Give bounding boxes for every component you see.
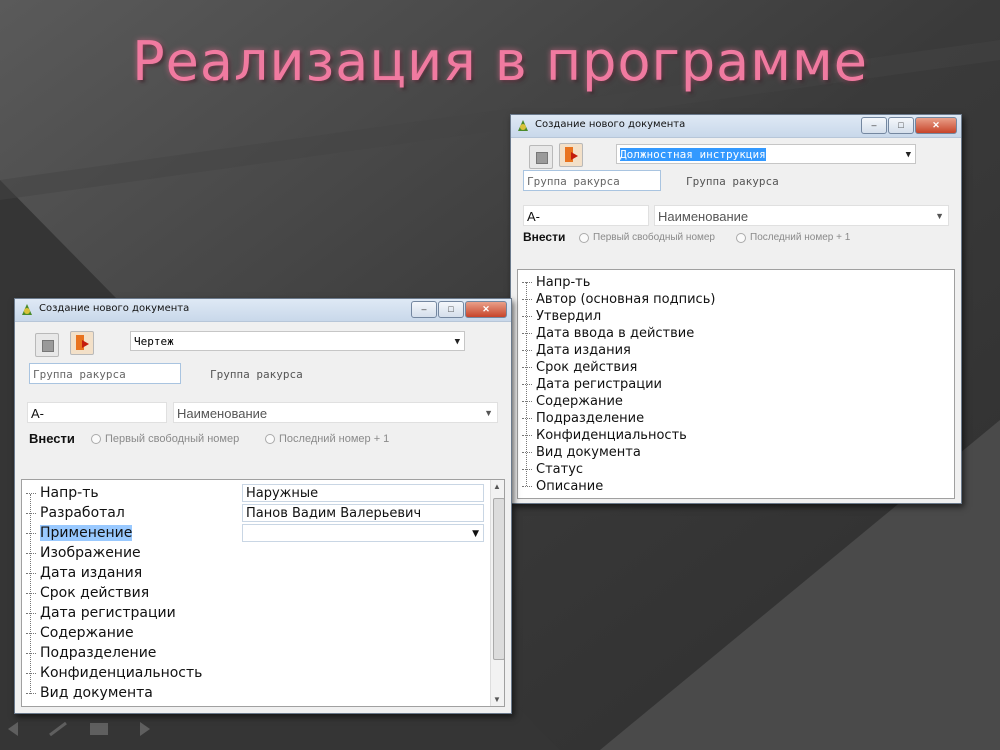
menu-icon[interactable]	[88, 722, 110, 736]
pen-icon[interactable]	[48, 722, 70, 736]
tree-item[interactable]: Подразделение	[26, 645, 156, 661]
tree-item[interactable]: Утвердил	[522, 309, 601, 324]
dialog-window-back: Создание нового документа ‒ □ ✕ Должност…	[510, 114, 962, 504]
group-label: Группа ракурса	[210, 368, 303, 381]
tree-item[interactable]: Напр-ть	[26, 485, 99, 501]
tree-item[interactable]: Дата издания	[522, 343, 631, 358]
title-bar: Создание нового документа ‒ □ ✕	[511, 115, 961, 138]
group-field[interactable]: Группа ракурса	[29, 363, 181, 384]
radio-last-plus-one[interactable]: Последний номер + 1	[265, 433, 389, 445]
radio-icon	[91, 434, 101, 444]
app-icon	[518, 120, 528, 131]
developer-value-field[interactable]: Панов Вадим Валерьевич	[242, 504, 484, 522]
radio-label: Последний номер + 1	[279, 433, 390, 445]
tree-item[interactable]: Дата регистрации	[522, 377, 662, 392]
name-select[interactable]: Наименование ▼	[654, 205, 949, 226]
vnesti-label: Внести	[29, 431, 75, 446]
doc-type-value: Чертеж	[134, 335, 174, 348]
title-bar: Создание нового документа ‒ □ ✕	[15, 299, 511, 322]
tree-item[interactable]: Статус	[522, 462, 583, 477]
tree-item[interactable]: Разработал	[26, 505, 125, 521]
tree-item[interactable]: Срок действия	[522, 360, 637, 375]
tree-item[interactable]: Дата регистрации	[26, 605, 176, 621]
attributes-tree[interactable]: Напр-ть Разработал Применение Изображени…	[21, 479, 505, 707]
tree-item[interactable]: Подразделение	[522, 411, 644, 426]
chevron-down-icon: ▼	[935, 211, 944, 221]
window-title: Создание нового документа	[39, 303, 190, 314]
tree-item[interactable]: Изображение	[26, 545, 141, 561]
name-select[interactable]: Наименование ▼	[173, 402, 498, 423]
radio-icon	[736, 232, 746, 243]
forward-arrow-icon[interactable]	[128, 722, 150, 736]
vertical-scrollbar[interactable]: ▲ ▼	[490, 480, 504, 706]
tree-item[interactable]: Напр-ть	[522, 275, 590, 290]
radio-label: Первый свободный номер	[593, 232, 715, 243]
radio-label: Первый свободный номер	[105, 433, 240, 445]
maximize-button[interactable]: □	[438, 301, 464, 318]
napr-value-field[interactable]: Наружные	[242, 484, 484, 502]
tree-item[interactable]: Описание	[522, 479, 603, 494]
back-arrow-icon[interactable]	[8, 722, 30, 736]
dialog-window-front: Создание нового документа ‒ □ ✕ Чертеж ▼…	[14, 298, 512, 714]
radio-icon	[265, 434, 275, 444]
radio-last-plus-one[interactable]: Последний номер + 1	[736, 232, 850, 243]
tree-item[interactable]: Дата ввода в действие	[522, 326, 694, 341]
exit-icon[interactable]	[559, 143, 583, 167]
tree-item[interactable]: Автор (основная подпись)	[522, 292, 715, 307]
chevron-down-icon: ▼	[472, 529, 479, 539]
group-label: Группа ракурса	[686, 175, 779, 188]
window-title: Создание нового документа	[535, 119, 686, 130]
tree-item[interactable]: Дата издания	[26, 565, 142, 581]
code-field[interactable]: А-	[27, 402, 167, 423]
scroll-thumb[interactable]	[493, 498, 504, 660]
tree-item[interactable]: Вид документа	[26, 685, 153, 701]
close-button[interactable]: ✕	[465, 301, 507, 318]
primenenie-select[interactable]: ▼	[242, 524, 484, 542]
doc-type-value: Должностная инструкция	[620, 148, 766, 161]
minimize-button[interactable]: ‒	[861, 117, 887, 134]
scroll-up-icon[interactable]: ▲	[493, 482, 501, 491]
save-icon[interactable]	[529, 145, 553, 169]
name-placeholder: Наименование	[177, 406, 268, 421]
name-placeholder: Наименование	[658, 209, 749, 224]
vnesti-label: Внести	[523, 230, 566, 244]
save-icon[interactable]	[35, 333, 59, 357]
tree-item[interactable]: Срок действия	[26, 585, 149, 601]
radio-first-free[interactable]: Первый свободный номер	[579, 232, 715, 243]
radio-icon	[579, 232, 589, 243]
chevron-down-icon: ▼	[484, 408, 493, 418]
tree-item[interactable]: Конфиденциальность	[26, 665, 202, 681]
radio-first-free[interactable]: Первый свободный номер	[91, 433, 239, 445]
maximize-button[interactable]: □	[888, 117, 914, 134]
tree-item[interactable]: Содержание	[522, 394, 623, 409]
radio-label: Последний номер + 1	[750, 232, 851, 243]
code-field[interactable]: А-	[523, 205, 649, 226]
doc-type-select[interactable]: Должностная инструкция ▼	[616, 144, 916, 164]
doc-type-select[interactable]: Чертеж ▼	[130, 331, 465, 351]
exit-icon[interactable]	[70, 331, 94, 355]
close-button[interactable]: ✕	[915, 117, 957, 134]
scroll-down-icon[interactable]: ▼	[493, 695, 501, 704]
slide-title: Реализация в программе	[132, 30, 868, 93]
attributes-tree[interactable]: Напр-ть Автор (основная подпись) Утверди…	[517, 269, 955, 499]
tree-item-selected[interactable]: Применение	[26, 525, 133, 541]
tree-item[interactable]: Вид документа	[522, 445, 641, 460]
chevron-down-icon: ▼	[454, 337, 460, 347]
tree-item[interactable]: Конфиденциальность	[522, 428, 687, 443]
group-field[interactable]: Группа ракурса	[523, 170, 661, 191]
minimize-button[interactable]: ‒	[411, 301, 437, 318]
chevron-down-icon: ▼	[905, 150, 911, 160]
app-icon	[22, 304, 32, 315]
tree-item[interactable]: Содержание	[26, 625, 134, 641]
